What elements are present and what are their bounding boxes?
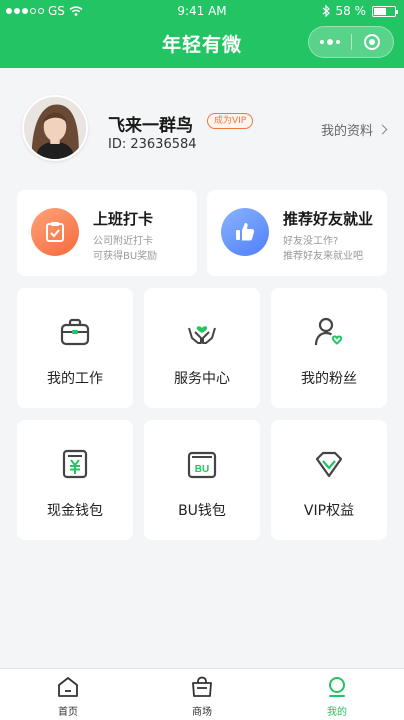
refer-friend-subtitle: 好友没工作? 推荐好友来就业吧 — [283, 234, 363, 264]
avatar-portrait — [24, 97, 86, 159]
service-center-tile[interactable]: 服务中心 — [144, 288, 260, 408]
service-center-label: 服务中心 — [174, 371, 230, 387]
tab-mine-label: 我的 — [327, 707, 347, 718]
my-work-label: 我的工作 — [47, 371, 103, 387]
tab-mine[interactable]: 我的 — [287, 669, 387, 720]
battery-icon — [372, 5, 398, 17]
status-bar: GS 9:41 AM 58 % — [0, 0, 404, 22]
header: GS 9:41 AM 58 % 年轻有微 — [0, 0, 404, 68]
profile-icon — [329, 677, 345, 697]
thumbs-up-icon — [221, 208, 269, 256]
clock-in-line2: 可获得BU奖励 — [93, 251, 158, 262]
username: 飞来一群鸟 — [108, 116, 193, 136]
svg-text:BU: BU — [195, 464, 209, 475]
more-dots-icon — [319, 39, 340, 45]
clipboard-check-icon — [31, 208, 79, 256]
shopping-bag-icon — [192, 676, 212, 697]
mini-program-capsule — [308, 26, 394, 58]
tab-mall[interactable]: 商场 — [152, 669, 252, 720]
my-fans-label: 我的粉丝 — [301, 371, 357, 387]
vip-diamond-icon — [315, 451, 343, 478]
avatar[interactable] — [22, 95, 88, 161]
vip-badge[interactable]: 成为VIP — [207, 113, 254, 129]
close-button[interactable] — [351, 27, 393, 57]
tab-mall-label: 商场 — [192, 707, 212, 718]
vip-benefits-label: VIP权益 — [303, 503, 355, 519]
bottom-tab-bar: 首页 商场 我的 — [0, 668, 404, 720]
refer-friend-line1: 好友没工作? — [283, 236, 339, 247]
briefcase-icon — [60, 318, 90, 346]
yuan-wallet-icon — [62, 449, 88, 479]
clock-in-subtitle: 公司附近打卡 可获得BU奖励 — [93, 234, 157, 264]
vip-benefits-tile[interactable]: VIP权益 — [271, 420, 387, 540]
my-profile-link[interactable]: 我的资料 — [320, 120, 388, 139]
user-id: ID: 23636584 — [108, 137, 197, 152]
chevron-right-icon — [377, 124, 388, 135]
cash-wallet-tile[interactable]: 现金钱包 — [17, 420, 133, 540]
battery-percent: 58 % — [335, 4, 367, 18]
my-profile-label: 我的资料 — [320, 124, 373, 139]
profile-section: 飞来一群鸟 成为VIP ID: 23636584 我的资料 — [0, 68, 404, 180]
hands-heart-icon — [188, 326, 216, 344]
clock-in-line1: 公司附近打卡 — [93, 236, 153, 247]
target-icon — [364, 34, 381, 50]
cash-wallet-label: 现金钱包 — [47, 503, 103, 519]
my-fans-tile[interactable]: 我的粉丝 — [271, 288, 387, 408]
more-button[interactable] — [309, 27, 351, 57]
refer-friend-card[interactable]: 推荐好友就业 好友没工作? 推荐好友来就业吧 — [207, 190, 387, 276]
tab-home-label: 首页 — [58, 707, 78, 718]
bu-wallet-tile[interactable]: BU BU钱包 — [144, 420, 260, 540]
clock-in-title: 上班打卡 — [93, 210, 154, 228]
tab-home[interactable]: 首页 — [18, 669, 118, 720]
home-icon — [58, 677, 78, 697]
refer-friend-line2: 推荐好友来就业吧 — [283, 251, 363, 262]
bluetooth-icon — [322, 5, 330, 17]
my-work-tile[interactable]: 我的工作 — [17, 288, 133, 408]
clock-in-card[interactable]: 上班打卡 公司附近打卡 可获得BU奖励 — [17, 190, 197, 276]
user-heart-icon — [314, 317, 343, 346]
status-right: 58 % — [322, 4, 398, 18]
bu-wallet-icon: BU — [187, 451, 217, 479]
bu-wallet-label: BU钱包 — [178, 503, 226, 519]
refer-friend-title: 推荐好友就业 — [283, 210, 374, 228]
